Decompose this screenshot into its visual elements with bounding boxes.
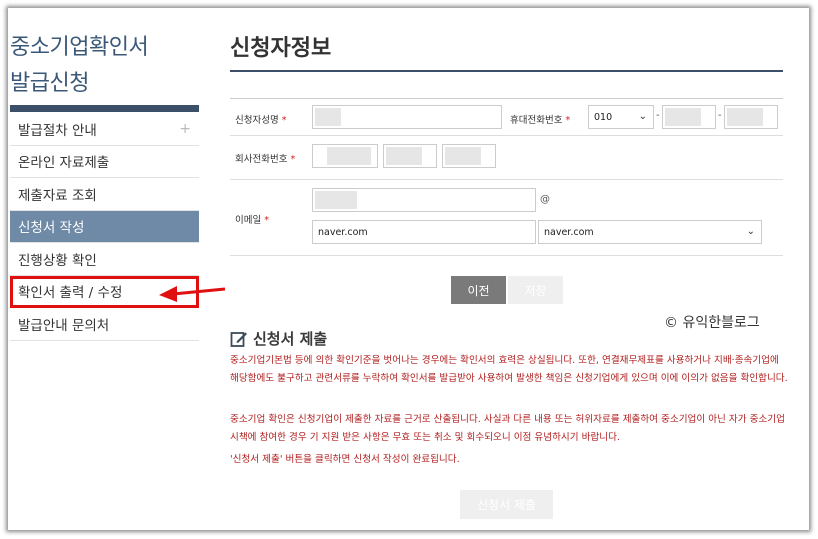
sidebar-item-label: 확인서 출력 / 수정 xyxy=(18,285,123,302)
email-domain-select[interactable]: naver.com ⌄ xyxy=(538,220,762,244)
prev-button[interactable]: 이전 xyxy=(451,276,506,304)
at-sign: @ xyxy=(540,194,550,205)
redacted-block xyxy=(727,108,763,126)
page-title: 신청자정보 xyxy=(230,36,332,61)
red-arrow-icon xyxy=(159,286,226,302)
company-phone-last-input[interactable] xyxy=(442,144,496,168)
dash-separator: - xyxy=(656,110,660,121)
redacted-block xyxy=(445,147,481,165)
redacted-block xyxy=(665,108,701,126)
company-phone-label: 회사전화번호 * xyxy=(235,154,296,165)
company-phone-area-input[interactable] xyxy=(312,144,378,168)
email-domain-input[interactable]: naver.com xyxy=(312,220,536,244)
sidebar-item-contact[interactable]: 발급안내 문의처 xyxy=(10,308,199,341)
edit-icon xyxy=(230,331,247,347)
notice-validity: 중소기업기본법 등에 의한 확인기준을 벗어나는 경우에는 확인서의 효력은 상… xyxy=(230,355,788,384)
sidebar-item-progress[interactable]: 진행상황 확인 xyxy=(10,243,199,276)
sidebar-item-label: 신청서 작성 xyxy=(18,220,85,237)
save-button[interactable]: 저장 xyxy=(508,276,563,304)
sidebar-title: 중소기업확인서 발급신청 xyxy=(10,30,149,102)
notice-submit-complete: '신청서 제출' 버튼을 클릭하면 신청서 작성이 완료됩니다. xyxy=(230,454,460,465)
chevron-down-icon: ⌄ xyxy=(638,111,647,122)
sidebar-title-line2: 발급신청 xyxy=(10,71,89,96)
email-id-input[interactable] xyxy=(312,188,536,212)
mobile-prefix-select[interactable]: 010 ⌄ xyxy=(588,105,654,129)
notice-data-basis: 중소기업 확인은 신청기업이 제출한 자료를 근거로 산출됩니다. 사실과 다른… xyxy=(230,414,785,443)
form-row-email: 이메일 * @ naver.com naver.com ⌄ xyxy=(230,180,783,256)
sidebar-item-label: 발급절차 안내 xyxy=(18,122,97,139)
applicant-name-input[interactable] xyxy=(312,105,502,129)
plus-icon[interactable]: + xyxy=(179,121,191,137)
sidebar-item-label: 발급안내 문의처 xyxy=(18,317,110,334)
submit-heading-text: 신청서 제출 xyxy=(253,330,328,348)
mobile-label: 휴대전화번호 * xyxy=(510,115,571,126)
redacted-block xyxy=(327,147,371,165)
sidebar-item-label: 온라인 자료제출 xyxy=(18,155,110,172)
sidebar-item-application-write[interactable]: 신청서 작성 xyxy=(10,210,199,243)
applicant-name-label: 신청자성명 * xyxy=(235,115,287,126)
redacted-block xyxy=(315,191,357,209)
submit-section-heading: 신청서 제출 xyxy=(230,328,327,349)
company-phone-middle-input[interactable] xyxy=(383,144,437,168)
chevron-down-icon: ⌄ xyxy=(746,226,755,237)
sidebar-item-label: 진행상황 확인 xyxy=(18,252,97,269)
browser-frame: 중소기업확인서 발급신청 발급절차 안내 + 온라인 자료제출 제출자료 조회 … xyxy=(8,8,809,530)
form-row-name-mobile: 신청자성명 * 휴대전화번호 * 010 ⌄ - - xyxy=(230,98,783,136)
sidebar-divider xyxy=(10,105,199,112)
sidebar-title-line1: 중소기업확인서 xyxy=(10,35,149,60)
redacted-block xyxy=(315,108,341,126)
submit-application-button[interactable]: 신청서 제출 xyxy=(460,490,553,519)
sidebar-item-online-submit[interactable]: 온라인 자료제출 xyxy=(10,146,199,178)
form-row-company-phone: 회사전화번호 * xyxy=(230,136,783,180)
mobile-middle-input[interactable] xyxy=(662,105,716,129)
sidebar-item-procedure[interactable]: 발급절차 안내 + xyxy=(10,113,199,146)
redacted-block xyxy=(386,147,422,165)
sidebar-item-submission-lookup[interactable]: 제출자료 조회 xyxy=(10,178,199,211)
dash-separator: - xyxy=(718,110,722,121)
watermark: © 유익한블로그 xyxy=(664,315,760,331)
sidebar-item-label: 제출자료 조회 xyxy=(18,187,97,204)
mobile-last-input[interactable] xyxy=(724,105,778,129)
email-label: 이메일 * xyxy=(235,215,270,226)
title-divider xyxy=(230,70,783,72)
